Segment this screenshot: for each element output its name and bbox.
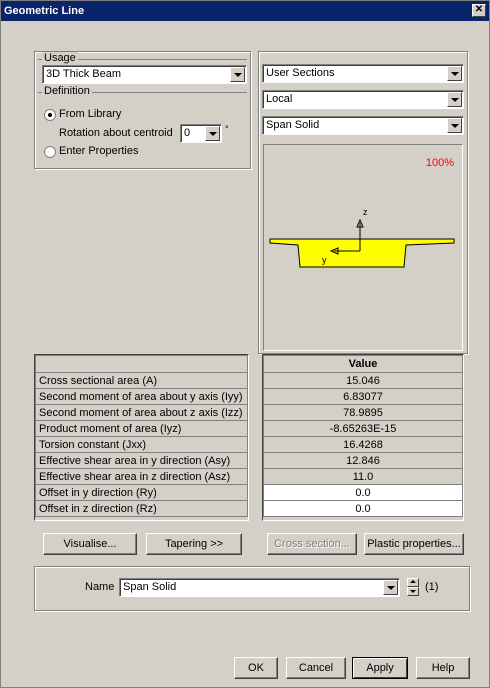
table-row: 6.83077 [263, 388, 463, 405]
cancel-button[interactable]: Cancel [286, 657, 346, 679]
table-row: Cross sectional area (A) [35, 372, 248, 389]
section-source-select[interactable]: User Sections [262, 64, 464, 83]
section-select[interactable]: Span Solid [262, 116, 464, 135]
property-values: Value 15.046 6.83077 78.9895 -8.65263E-15 16… [263, 355, 463, 517]
section-preview[interactable]: 100% z y [263, 144, 463, 351]
plastic-properties-button[interactable]: Plastic properties... [364, 533, 464, 555]
from-library-label: From Library [59, 108, 122, 120]
property-label: Offset in z direction (Rz) [35, 500, 248, 517]
name-select[interactable]: Span Solid [119, 578, 400, 597]
y-axis-label: y [322, 255, 327, 265]
rotation-value: 0 [184, 127, 191, 139]
table-row: Offset in y direction (Ry) [35, 484, 248, 501]
blank-header [35, 355, 248, 373]
table-row: Second moment of area about y axis (Iyy) [35, 388, 248, 405]
name-count: (1) [425, 581, 439, 593]
rotation-label: Rotation about centroid [59, 127, 173, 139]
property-label: Effective shear area in y direction (Asy… [35, 452, 248, 469]
property-label: Second moment of area about y axis (Iyy) [35, 388, 248, 405]
table-row: 11.0 [263, 468, 463, 485]
table-row: Second moment of area about z axis (Izz) [35, 404, 248, 421]
table-row: Effective shear area in y direction (Asy… [35, 452, 248, 469]
table-row: -8.65263E-15 [263, 420, 463, 437]
ok-button[interactable]: OK [234, 657, 278, 679]
section-shape [269, 218, 455, 268]
help-button[interactable]: Help [416, 657, 470, 679]
value-header: Value [263, 355, 463, 373]
name-spinner[interactable] [407, 578, 419, 597]
table-row: Product moment of area (Iyz) [35, 420, 248, 437]
chevron-down-icon[interactable] [230, 67, 245, 82]
property-value: 12.846 [263, 452, 463, 469]
section-source-value: User Sections [266, 67, 335, 79]
tapering-button[interactable]: Tapering >> [146, 533, 242, 555]
usage-legend: Usage [42, 52, 78, 64]
rotation-select[interactable]: 0 [180, 124, 222, 143]
property-value[interactable]: 0.0 [263, 500, 463, 517]
table-header-row [35, 355, 248, 373]
property-value: 16.4268 [263, 436, 463, 453]
table-row: 15.046 [263, 372, 463, 389]
rotation-unit: ° [225, 124, 229, 134]
axis-value: Local [266, 93, 293, 105]
table-header-row: Value [263, 355, 463, 373]
apply-button[interactable]: Apply [352, 657, 408, 679]
definition-legend: Definition [42, 85, 92, 97]
property-label: Cross sectional area (A) [35, 372, 248, 389]
usage-select[interactable]: 3D Thick Beam [42, 65, 247, 84]
table-row: 0.0 [263, 484, 463, 501]
name-value: Span Solid [123, 581, 177, 593]
chevron-down-icon[interactable] [205, 126, 220, 141]
property-value: 15.046 [263, 372, 463, 389]
property-names-table: Cross sectional area (A) Second moment of… [34, 354, 249, 521]
section-value: Span Solid [266, 119, 320, 131]
property-value: 78.9895 [263, 404, 463, 421]
spin-up-icon[interactable] [407, 578, 419, 587]
property-values-table: Value 15.046 6.83077 78.9895 -8.65263E-15 16… [262, 354, 464, 521]
chevron-down-icon[interactable] [383, 580, 398, 595]
property-names: Cross sectional area (A) Second moment of… [35, 355, 248, 517]
chevron-down-icon[interactable] [447, 118, 462, 133]
table-row: 16.4268 [263, 436, 463, 453]
table-row: 0.0 [263, 500, 463, 517]
chevron-down-icon[interactable] [447, 92, 462, 107]
enter-properties-radio[interactable] [44, 146, 56, 158]
axis-select[interactable]: Local [262, 90, 464, 109]
title-bar: Geometric Line ✕ [1, 1, 489, 21]
table-row: 78.9895 [263, 404, 463, 421]
property-label: Effective shear area in z direction (Asz… [35, 468, 248, 485]
property-value: 11.0 [263, 468, 463, 485]
name-panel: Name Span Solid (1) [34, 566, 470, 611]
from-library-radio[interactable] [44, 109, 56, 121]
property-value: 6.83077 [263, 388, 463, 405]
chevron-down-icon[interactable] [447, 66, 462, 81]
property-label: Second moment of area about z axis (Izz) [35, 404, 248, 421]
property-value: -8.65263E-15 [263, 420, 463, 437]
table-row: Torsion constant (Jxx) [35, 436, 248, 453]
property-label: Product moment of area (Iyz) [35, 420, 248, 437]
section-outline [269, 238, 455, 268]
table-row: Effective shear area in z direction (Asz… [35, 468, 248, 485]
z-axis-label: z [363, 207, 368, 217]
window-title: Geometric Line [4, 5, 85, 17]
cross-section-button: Cross section... [267, 533, 357, 555]
table-row: 12.846 [263, 452, 463, 469]
property-label: Torsion constant (Jxx) [35, 436, 248, 453]
close-icon[interactable]: ✕ [472, 4, 486, 17]
name-label: Name [85, 581, 115, 593]
property-label: Offset in y direction (Ry) [35, 484, 248, 501]
visualise-button[interactable]: Visualise... [43, 533, 137, 555]
spin-down-icon[interactable] [407, 587, 419, 596]
usage-value: 3D Thick Beam [46, 68, 121, 80]
enter-properties-label: Enter Properties [59, 145, 139, 157]
left-top-panel: Usage 3D Thick Beam Definition From Libr… [34, 51, 251, 169]
property-value[interactable]: 0.0 [263, 484, 463, 501]
table-row: Offset in z direction (Rz) [35, 500, 248, 517]
geometric-line-dialog: Geometric Line ✕ Usage 3D Thick Beam Def… [0, 0, 490, 688]
